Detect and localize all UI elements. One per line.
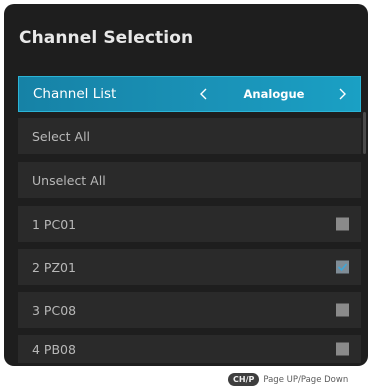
select-all-button[interactable]: Select All <box>18 118 361 154</box>
channel-row[interactable]: 4 PB08 <box>18 335 361 363</box>
channel-name: 2 PZ01 <box>32 259 76 275</box>
channel-row[interactable]: 2 PZ01 <box>18 249 361 285</box>
channel-checkbox[interactable] <box>336 342 349 356</box>
channel-checkbox-checked[interactable] <box>336 260 349 274</box>
chevron-right-icon[interactable] <box>335 87 349 101</box>
ch-p-key-badge: CH/P <box>228 373 260 386</box>
scrollbar-thumb[interactable] <box>363 112 366 154</box>
unselect-all-button[interactable]: Unselect All <box>18 162 361 198</box>
chevron-left-icon[interactable] <box>197 87 211 101</box>
page-navigation-hint: CH/P Page UP/Page Down <box>228 373 348 386</box>
channel-checkbox[interactable] <box>336 217 349 231</box>
page-hint-text: Page UP/Page Down <box>263 374 349 385</box>
channel-list-selector[interactable]: Channel List Analogue <box>18 76 361 112</box>
channel-name: 4 PB08 <box>32 341 76 357</box>
channel-list-mode-value: Analogue <box>243 87 305 101</box>
checkmark-icon <box>337 263 348 272</box>
channel-name: 1 PC01 <box>32 216 77 232</box>
channel-selection-dialog: Channel Selection Channel List Analogue … <box>4 4 368 366</box>
channel-row[interactable]: 3 PC08 <box>18 292 361 328</box>
unselect-all-label: Unselect All <box>32 172 106 188</box>
channel-row[interactable]: 1 PC01 <box>18 206 361 242</box>
channel-checkbox[interactable] <box>336 303 349 317</box>
select-all-label: Select All <box>32 128 91 144</box>
channel-name: 3 PC08 <box>32 302 77 318</box>
dialog-title: Channel Selection <box>19 28 194 48</box>
